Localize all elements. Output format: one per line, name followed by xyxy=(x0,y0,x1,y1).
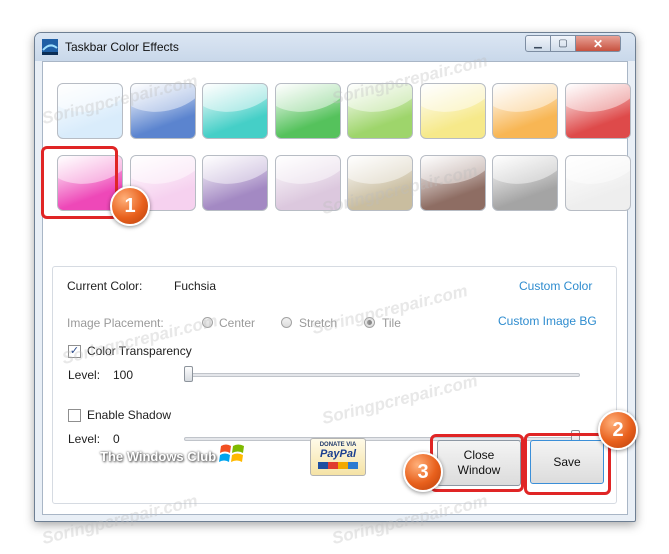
placement-center-radio[interactable] xyxy=(202,317,213,328)
app-icon xyxy=(42,39,58,55)
placement-tile-label: Tile xyxy=(382,316,401,330)
close-button[interactable]: ✕ xyxy=(576,35,621,52)
placement-stretch-label: Stretch xyxy=(299,316,338,330)
enable-shadow-checkbox[interactable] xyxy=(68,409,81,422)
swatch-red[interactable] xyxy=(564,83,631,139)
custom-color-link[interactable]: Custom Color xyxy=(519,279,592,293)
swatch-white[interactable] xyxy=(564,155,631,211)
swatch-lavender[interactable] xyxy=(274,155,341,211)
swatch-light-blue[interactable] xyxy=(57,83,123,139)
minimize-button[interactable]: ▁ xyxy=(525,35,551,52)
transparency-level-label: Level: xyxy=(68,368,101,382)
swatch-brown[interactable] xyxy=(419,155,486,211)
swatch-gray[interactable] xyxy=(492,155,558,211)
shadow-level-value: 0 xyxy=(113,432,120,446)
card-icons xyxy=(318,462,358,469)
title-bar[interactable]: Taskbar Color Effects ▁ ▢ ✕ xyxy=(35,33,635,61)
swatch-teal[interactable] xyxy=(202,83,268,139)
placement-center-label: Center xyxy=(219,316,256,330)
placement-stretch-radio[interactable] xyxy=(281,317,292,328)
image-placement-label: Image Placement: xyxy=(67,316,164,330)
paypal-logo: PayPal xyxy=(319,448,357,460)
window-title: Taskbar Color Effects xyxy=(65,40,179,54)
windows-club-logo[interactable]: The Windows Club xyxy=(100,449,216,464)
highlight-close-window xyxy=(430,434,524,492)
swatch-lime[interactable] xyxy=(347,83,413,139)
highlight-save xyxy=(524,433,611,495)
highlight-selected-swatch xyxy=(41,146,118,219)
step-badge-2: 2 xyxy=(598,410,638,450)
transparency-slider-thumb[interactable] xyxy=(184,366,193,382)
step-badge-3: 3 xyxy=(403,452,443,492)
maximize-button[interactable]: ▢ xyxy=(551,35,576,52)
swatch-purple[interactable] xyxy=(202,155,268,211)
custom-image-bg-link[interactable]: Custom Image BG xyxy=(498,314,597,328)
current-color-label: Current Color: xyxy=(67,279,143,293)
transparency-level-value: 100 xyxy=(113,368,134,382)
current-color-value: Fuchsia xyxy=(174,279,217,293)
swatch-blue[interactable] xyxy=(129,83,196,139)
enable-shadow-label: Enable Shadow xyxy=(87,408,172,422)
swatch-orange[interactable] xyxy=(492,83,558,139)
swatch-tan[interactable] xyxy=(347,155,413,211)
color-transparency-label: Color Transparency xyxy=(87,344,192,358)
paypal-donate-button[interactable]: DONATE VIA PayPal xyxy=(310,438,366,476)
step-badge-1: 1 xyxy=(110,186,150,226)
placement-tile-radio[interactable] xyxy=(364,317,375,328)
swatch-yellow[interactable] xyxy=(419,83,486,139)
swatch-green[interactable] xyxy=(274,83,341,139)
transparency-slider-track[interactable] xyxy=(184,373,580,377)
windows-flag-icon xyxy=(219,444,244,462)
shadow-level-label: Level: xyxy=(68,432,101,446)
color-transparency-checkbox[interactable]: ✓ xyxy=(68,345,81,358)
